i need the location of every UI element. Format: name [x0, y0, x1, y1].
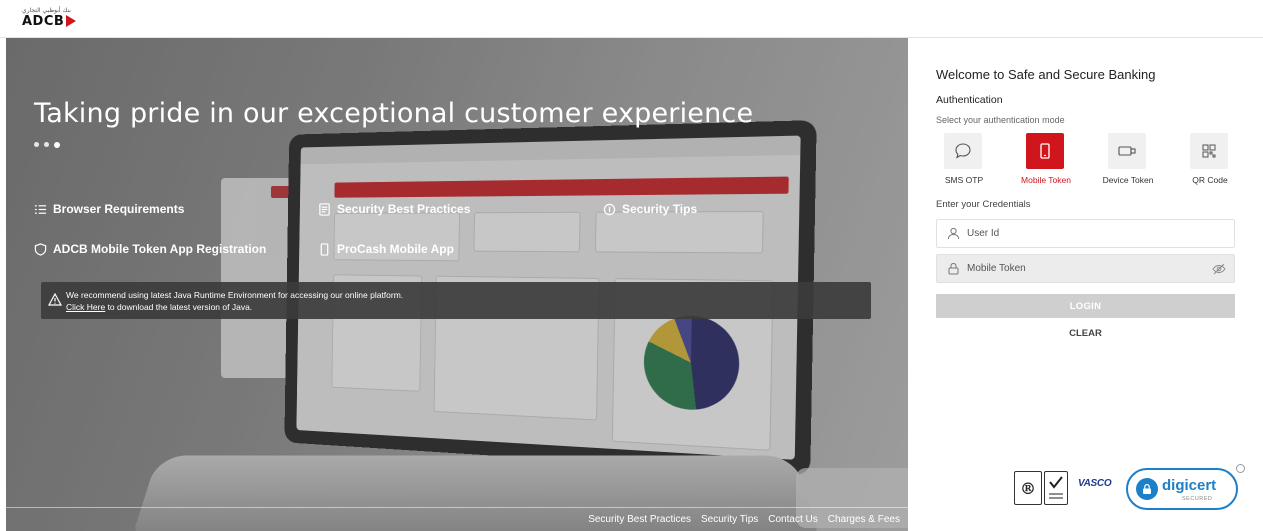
auth-mode-box — [1190, 133, 1228, 169]
qr-code-icon — [1200, 142, 1218, 160]
user-id-field — [936, 219, 1235, 248]
user-id-input[interactable] — [967, 220, 1207, 247]
digicert-secured-text: SECURED — [1182, 496, 1212, 502]
auth-mode-box — [944, 133, 982, 169]
java-notice-banner: We recommend using latest Java Runtime E… — [41, 282, 871, 319]
login-button[interactable]: LOGIN — [936, 294, 1235, 318]
digicert-seal[interactable]: digicert SECURED — [1126, 468, 1238, 510]
auth-mode-sms-otp[interactable]: SMS OTP — [928, 133, 1000, 188]
page: بنك أبوظبي التجاري ADCB Taking pride in … — [0, 0, 1263, 531]
security-best-practices-link[interactable]: Security Best Practices — [318, 202, 470, 216]
device-token-icon — [1117, 142, 1137, 160]
auth-mode-qr-code[interactable]: QR Code — [1174, 133, 1246, 188]
auth-mode-device-token[interactable]: Device Token — [1092, 133, 1164, 188]
top-header: بنك أبوظبي التجاري ADCB — [0, 0, 1263, 38]
auth-mode-label: Mobile Token — [1010, 175, 1082, 185]
authentication-heading: Authentication — [936, 94, 1003, 106]
auth-mode-label: Device Token — [1092, 175, 1164, 185]
footer-security-best-practices-link[interactable]: Security Best Practices — [588, 514, 691, 525]
carousel-dot[interactable] — [44, 142, 49, 147]
eye-slash-icon[interactable] — [1212, 262, 1226, 276]
auth-mode-box — [1108, 133, 1146, 169]
vasco-logo: VASCO — [1078, 478, 1111, 489]
browser-requirements-label: Browser Requirements — [53, 202, 184, 216]
auth-mode-label: QR Code — [1174, 175, 1246, 185]
procash-mobile-app-link[interactable]: ProCash Mobile App — [318, 242, 454, 256]
shield-icon — [34, 243, 47, 256]
auth-mode-label: SMS OTP — [928, 175, 1000, 185]
list-icon — [34, 203, 47, 216]
auth-mode-box-active — [1026, 133, 1064, 169]
security-best-practices-label: Security Best Practices — [337, 202, 470, 216]
carousel-dots — [34, 142, 60, 148]
auth-mode-selector: SMS OTP Mobile Token Device Token QR Cod… — [928, 133, 1238, 193]
user-icon — [947, 227, 960, 240]
certification-badge-icon — [1044, 471, 1068, 505]
security-badges: ® VASCO digicert SECURED — [1014, 466, 1254, 516]
lock-icon — [947, 262, 960, 275]
digicert-text: digicert — [1162, 477, 1216, 494]
java-download-text: to download the latest version of Java. — [105, 302, 252, 312]
mobile-token-input[interactable] — [967, 255, 1207, 282]
auth-mode-mobile-token[interactable]: Mobile Token — [1010, 133, 1082, 188]
procash-mobile-app-label: ProCash Mobile App — [337, 242, 454, 256]
mobile-token-field — [936, 254, 1235, 283]
authentication-subheading: Select your authentication mode — [936, 115, 1065, 125]
footer-contact-us-link[interactable]: Contact Us — [768, 514, 817, 525]
welcome-heading: Welcome to Safe and Secure Banking — [936, 67, 1155, 82]
security-tips-label: Security Tips — [622, 202, 697, 216]
java-download-link[interactable]: Click Here — [66, 302, 105, 312]
footer-security-tips-link[interactable]: Security Tips — [701, 514, 758, 525]
hero-title: Taking pride in our exceptional customer… — [34, 98, 753, 129]
footer-charges-fees-link[interactable]: Charges & Fees — [828, 514, 900, 525]
java-notice-download: Click Here to download the latest versio… — [66, 302, 252, 312]
carousel-dot-active[interactable] — [54, 142, 60, 148]
mobile-token-registration-label: ADCB Mobile Token App Registration — [53, 242, 266, 256]
mobile-icon — [318, 243, 331, 256]
clear-button[interactable]: CLEAR — [936, 325, 1235, 341]
document-icon — [318, 203, 331, 216]
java-notice-text: We recommend using latest Java Runtime E… — [66, 290, 403, 300]
shield-icon — [603, 203, 616, 216]
logo-mark-icon — [66, 15, 76, 27]
info-circle-icon — [1236, 464, 1245, 473]
adcb-logo[interactable]: بنك أبوظبي التجاري ADCB — [22, 11, 76, 31]
warning-icon — [48, 293, 62, 306]
login-panel: Welcome to Safe and Secure Banking Authe… — [908, 38, 1263, 531]
hero-banner: Taking pride in our exceptional customer… — [6, 38, 908, 531]
carousel-dot[interactable] — [34, 142, 39, 147]
logo-arabic-text: بنك أبوظبي التجاري — [22, 7, 71, 14]
security-tips-link[interactable]: Security Tips — [603, 202, 697, 216]
browser-requirements-link[interactable]: Browser Requirements — [34, 202, 184, 216]
hero-footer: Security Best Practices Security Tips Co… — [6, 507, 908, 531]
registered-badge-icon: ® — [1014, 471, 1042, 505]
mobile-icon — [1036, 142, 1054, 160]
chat-bubble-icon — [954, 142, 972, 160]
logo-text: ADCB — [22, 14, 64, 29]
credentials-heading: Enter your Credentials — [936, 199, 1031, 210]
mobile-token-registration-link[interactable]: ADCB Mobile Token App Registration — [34, 242, 266, 256]
lock-icon — [1136, 478, 1158, 500]
